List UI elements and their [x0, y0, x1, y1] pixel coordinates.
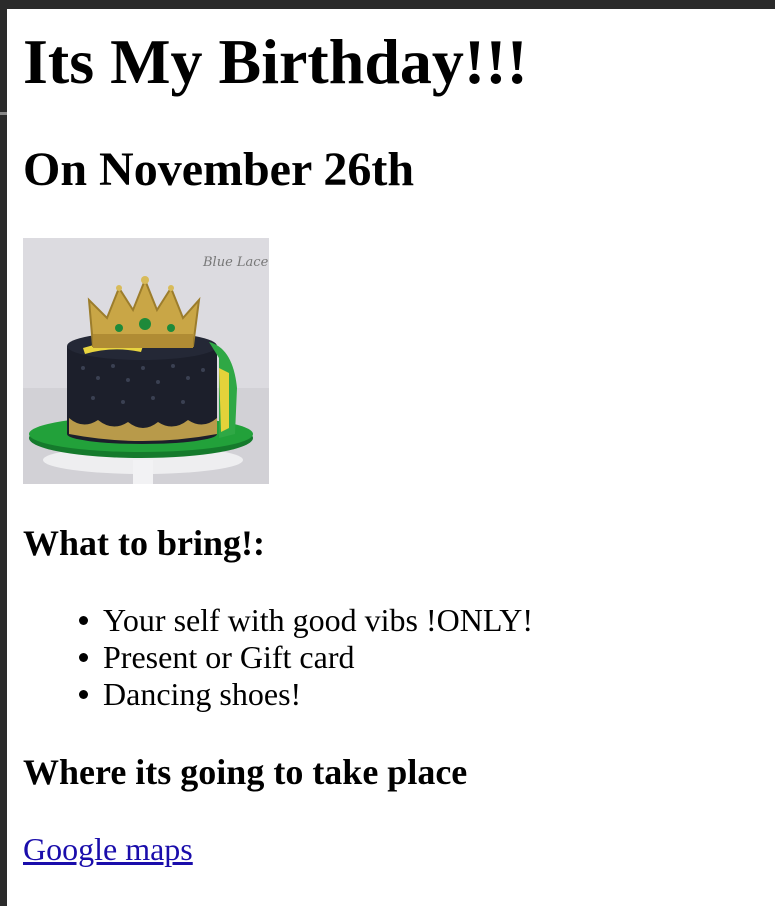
left-edge-marker [0, 112, 7, 115]
bullet-icon [79, 690, 88, 699]
location-heading: Where its going to take place [23, 752, 468, 792]
page-title: Its My Birthday!!! [23, 26, 528, 97]
google-maps-link[interactable]: Google maps [23, 829, 193, 869]
window-top-bar [0, 0, 775, 9]
list-item: Your self with good vibs !ONLY! [23, 602, 533, 639]
list-item-text: Your self with good vibs !ONLY! [103, 602, 533, 638]
bring-list: Your self with good vibs !ONLY! Present … [23, 602, 533, 713]
list-item: Present or Gift card [23, 639, 533, 676]
bullet-icon [79, 653, 88, 662]
window-left-edge [0, 0, 7, 906]
bring-heading: What to bring!: [23, 523, 265, 563]
bullet-icon [79, 616, 88, 625]
birthday-cake-image: Blue Lace [23, 238, 269, 484]
page-subtitle: On November 26th [23, 143, 415, 196]
list-item: Dancing shoes! [23, 676, 533, 713]
list-item-text: Dancing shoes! [103, 676, 302, 712]
list-item-text: Present or Gift card [103, 639, 355, 675]
image-watermark: Blue Lace [202, 255, 269, 270]
